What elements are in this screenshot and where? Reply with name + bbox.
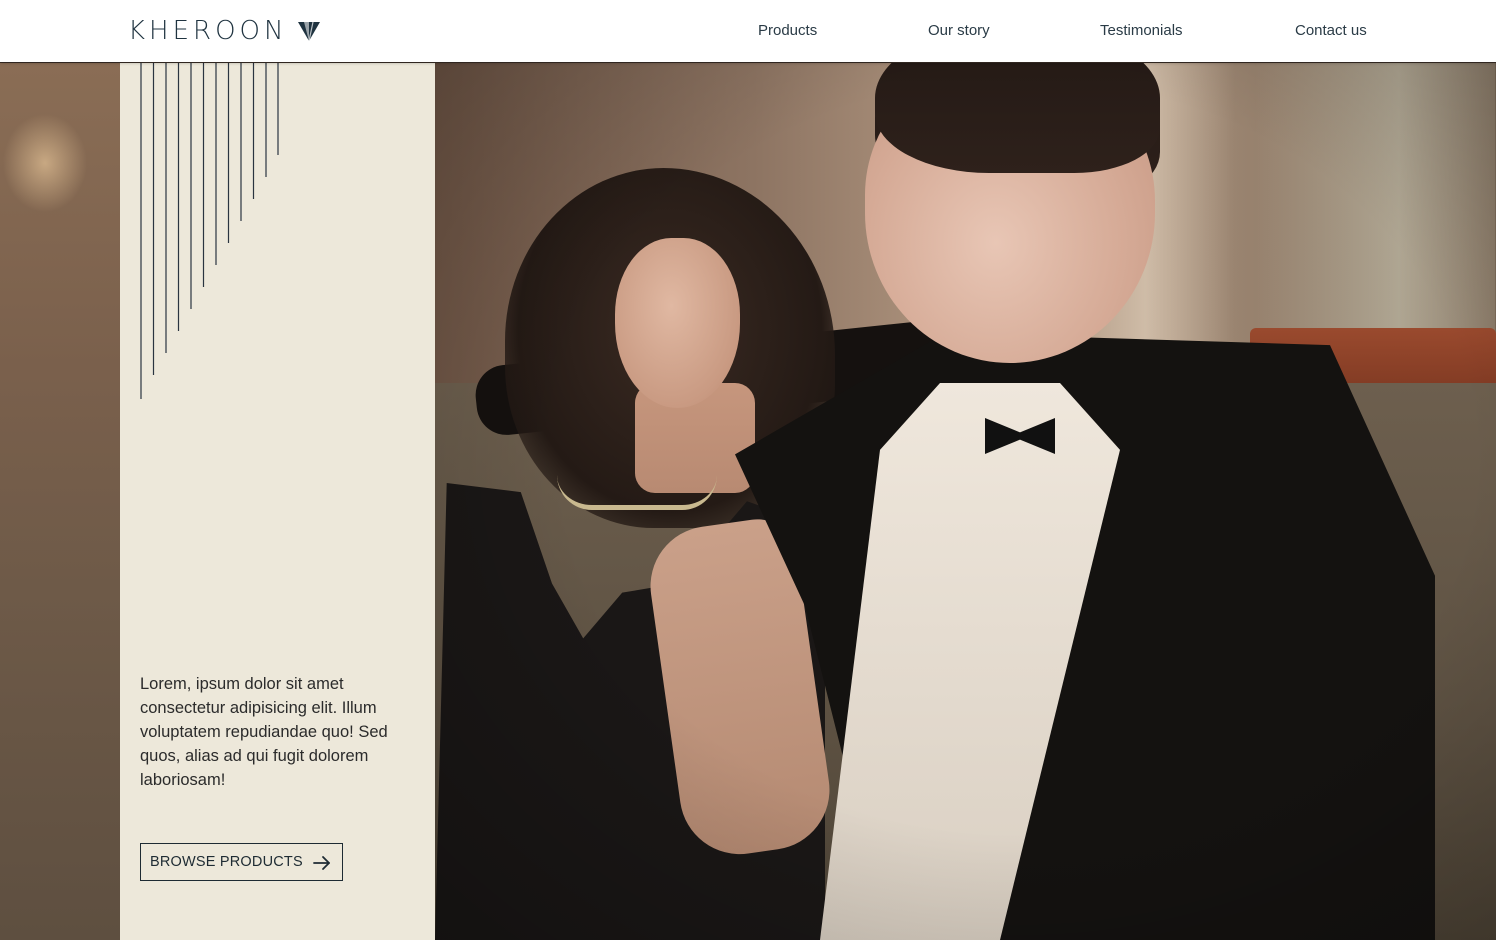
nav-link-testimonials[interactable]: Testimonials <box>1100 22 1183 39</box>
photo-vignette <box>435 63 1496 940</box>
hero-photo <box>435 63 1496 940</box>
brand-name: KHEROON <box>128 16 288 46</box>
hero-panel: Lorem, ipsum dolor sit amet consectetur … <box>120 63 435 940</box>
brand-logo[interactable]: KHEROON <box>128 15 321 47</box>
decorative-lines <box>140 63 279 399</box>
browse-products-button[interactable]: BROWSE PRODUCTS <box>140 843 343 881</box>
hero-description: Lorem, ipsum dolor sit amet consectetur … <box>140 675 388 789</box>
nav-link-products[interactable]: Products <box>758 22 817 39</box>
browse-products-label: BROWSE PRODUCTS <box>150 854 303 870</box>
navbar: KHEROON Products Our story Testimonials … <box>0 0 1496 62</box>
arrow-right-icon <box>313 856 330 870</box>
nav-link-our-story[interactable]: Our story <box>928 22 990 39</box>
nav-link-contact-us[interactable]: Contact us <box>1295 22 1367 39</box>
gem-icon <box>298 21 321 42</box>
